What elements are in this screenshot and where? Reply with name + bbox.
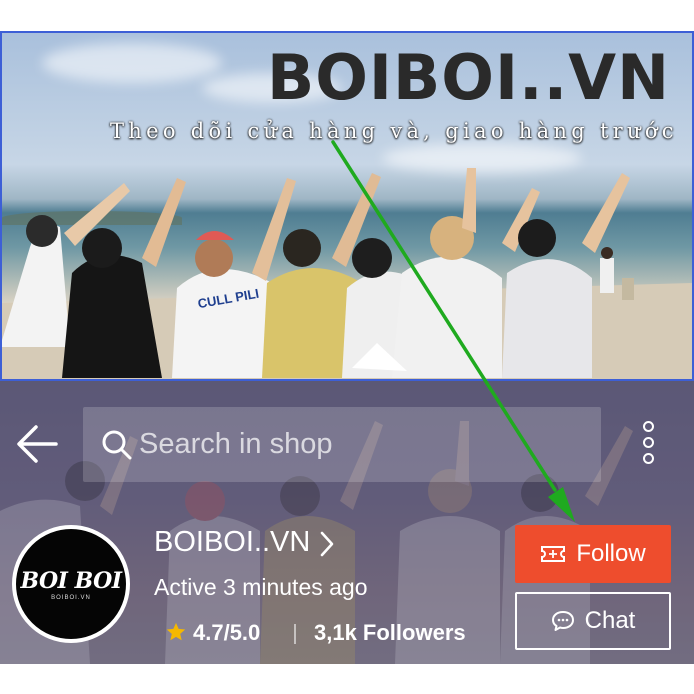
more-options-button[interactable] [637, 421, 659, 471]
banner-subtitle: Theo dõi cửa hàng và, giao hàng trước [110, 119, 678, 143]
bottom-strip [0, 664, 694, 694]
search-icon [102, 430, 132, 460]
shop-active-status: Active 3 minutes ago [154, 574, 368, 600]
shop-rating: 4.7/5.0 [193, 620, 261, 645]
follow-button[interactable]: Follow [515, 525, 671, 583]
shop-header: Search in shop BOI BOI BOIBOI.VN BOIBOI.… [0, 381, 694, 664]
chat-button[interactable]: Chat [515, 592, 671, 650]
shop-banner-image: CULL PILI BOIBOI..VN Theo dõi cửa hàng v… [0, 31, 694, 381]
screen: CULL PILI BOIBOI..VN Theo dõi cửa hàng v… [0, 0, 694, 694]
follow-button-label: Follow [576, 540, 646, 567]
avatar-sub-text: BOIBOI.VN [51, 594, 91, 601]
chat-button-label: Chat [584, 607, 636, 634]
search-placeholder: Search in shop [139, 428, 333, 460]
avatar-brand-text: BOI BOI [20, 567, 122, 594]
more-vertical-icon [637, 421, 659, 464]
chevron-right-icon[interactable] [318, 529, 336, 559]
banner-title: BOIBOI..VN [266, 41, 670, 114]
back-button[interactable] [14, 421, 60, 467]
star-icon [166, 622, 186, 641]
shop-name-link[interactable]: BOIBOI..VN [154, 526, 310, 559]
shop-avatar[interactable]: BOI BOI BOIBOI.VN [12, 525, 130, 643]
shop-search-input[interactable]: Search in shop [83, 407, 601, 482]
back-arrow-icon [17, 425, 58, 463]
shop-followers-count: 3,1k Followers [314, 620, 466, 645]
ticket-icon [541, 546, 566, 562]
stats-divider [294, 624, 296, 644]
chat-bubble-icon [551, 611, 574, 631]
